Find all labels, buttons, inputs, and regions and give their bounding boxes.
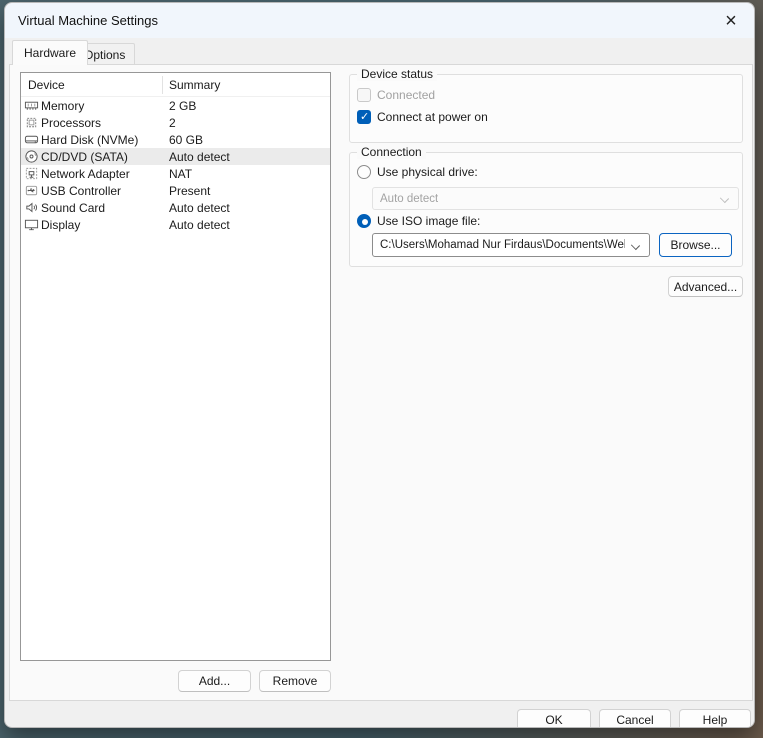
desktop-background: { "window": { "title": "Virtual Machine … [0,0,763,738]
device-summary: 2 GB [169,99,196,113]
table-row[interactable]: Processors 2 [21,114,330,131]
iso-path-combobox[interactable]: C:\Users\Mohamad Nur Firdaus\Documents\W… [372,233,650,257]
device-summary: Auto detect [169,218,230,232]
use-physical-drive-label: Use physical drive: [377,165,478,179]
device-list-header: Device Summary [21,73,330,97]
device-name: Network Adapter [41,167,130,181]
use-iso-image-label: Use ISO image file: [377,214,480,228]
connection-group-title: Connection [357,145,426,159]
chevron-down-icon [631,241,640,250]
device-name: Display [41,218,80,232]
cd-dvd-icon [24,149,39,164]
connection-group: Connection Use physical drive: Auto dete… [349,152,743,267]
table-row[interactable]: Sound Card Auto detect [21,199,330,216]
device-summary: 60 GB [169,133,203,147]
device-status-group-title: Device status [357,67,437,81]
device-summary: 2 [169,116,176,130]
use-physical-drive-row: Use physical drive: [357,165,478,179]
memory-icon [24,98,39,113]
column-divider [162,76,163,94]
device-summary: Auto detect [169,201,230,215]
help-button[interactable]: Help [679,709,751,728]
window-title: Virtual Machine Settings [18,13,158,28]
device-status-group: Device status Connected Connect at power… [349,74,743,143]
device-name: Memory [41,99,84,113]
device-name: Sound Card [41,201,105,215]
ok-button[interactable]: OK [517,709,591,728]
advanced-button[interactable]: Advanced... [668,276,743,297]
iso-path-value: C:\Users\Mohamad Nur Firdaus\Documents\W… [380,239,625,251]
device-name: USB Controller [41,184,121,198]
hard-disk-icon [24,132,39,147]
device-summary: Present [169,184,210,198]
virtual-machine-settings-dialog: Virtual Machine Settings × Hardware Opti… [4,2,755,728]
connect-at-power-on-checkbox[interactable] [357,110,371,124]
connected-checkbox[interactable] [357,88,371,102]
use-iso-image-radio[interactable] [357,214,371,228]
use-iso-image-row: Use ISO image file: [357,214,480,228]
chevron-down-icon [720,194,729,203]
physical-drive-value: Auto detect [380,193,438,205]
display-icon [24,217,39,232]
add-button[interactable]: Add... [178,670,251,692]
column-header-summary: Summary [169,78,220,92]
cancel-button[interactable]: Cancel [599,709,671,728]
connect-at-power-on-label: Connect at power on [377,110,488,124]
hardware-tab-page: Device Summary Memory2 GBProcessors2Hard… [9,64,753,701]
column-header-device: Device [28,78,65,92]
table-row[interactable]: USB Controller Present [21,182,330,199]
tab-hardware[interactable]: Hardware [12,40,88,65]
title-bar: Virtual Machine Settings × [5,3,754,38]
device-name: Hard Disk (NVMe) [41,133,138,147]
processor-icon [24,115,39,130]
sound-icon [24,200,39,215]
table-row[interactable]: Display Auto detect [21,216,330,233]
connect-at-power-on-row: Connect at power on [357,110,488,124]
device-name: CD/DVD (SATA) [41,150,128,164]
table-row[interactable]: Memory 2 GB [21,97,330,114]
table-row[interactable]: Network Adapter NAT [21,165,330,182]
device-list: Device Summary Memory2 GBProcessors2Hard… [20,72,331,661]
connected-row: Connected [357,88,435,102]
table-row[interactable]: CD/DVD (SATA) Auto detect [21,148,330,165]
table-row[interactable]: Hard Disk (NVMe) 60 GB [21,131,330,148]
device-rows: Memory 2 GB Processors 2 Hard Disk (NVMe) 60 … [21,97,330,233]
device-summary: Auto detect [169,150,230,164]
close-icon[interactable]: × [718,8,744,34]
device-name: Processors [41,116,101,130]
connected-label: Connected [377,88,435,102]
device-summary: NAT [169,167,192,181]
remove-button[interactable]: Remove [259,670,331,692]
usb-icon [24,183,39,198]
physical-drive-select[interactable]: Auto detect [372,187,739,210]
browse-button[interactable]: Browse... [659,233,732,257]
use-physical-drive-radio[interactable] [357,165,371,179]
network-adapter-icon [24,166,39,181]
